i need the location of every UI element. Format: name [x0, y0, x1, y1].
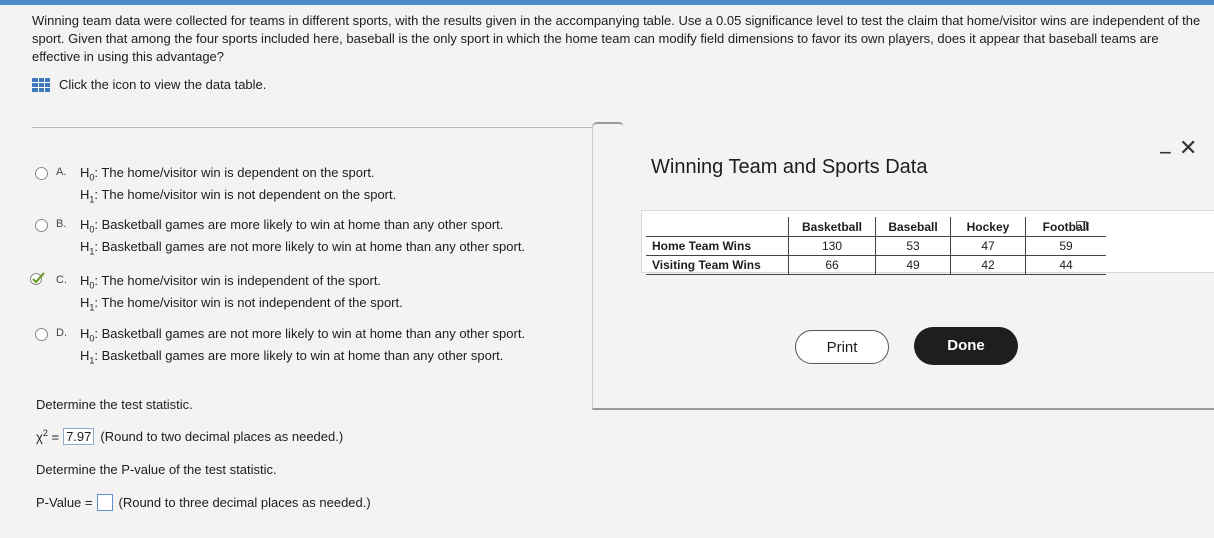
table-cell: 53	[875, 236, 951, 256]
divider	[32, 127, 592, 128]
test-statistic-label: Determine the test statistic.	[36, 397, 193, 412]
table-icon[interactable]	[32, 77, 50, 92]
table-cell: 66	[788, 255, 876, 275]
column-header: Basketball	[788, 217, 876, 237]
null-hypothesis: H0: Basketball games are more likely to …	[80, 217, 504, 235]
chi-square-answer[interactable]: 7.97	[63, 428, 95, 445]
chi-note: (Round to two decimal places as needed.)	[100, 429, 344, 444]
radio-d[interactable]	[35, 328, 48, 341]
null-hypothesis: H0: Basketball games are not more likely…	[80, 326, 526, 344]
chi-symbol: χ2 =	[36, 428, 60, 445]
popup-title: Winning Team and Sports Data	[651, 156, 928, 178]
p-value-row: P-Value = (Round to three decimal places…	[36, 494, 371, 511]
radio-a[interactable]	[35, 167, 48, 180]
close-icon[interactable]: ✕	[1179, 135, 1197, 161]
p-value-prefix: P-Value =	[36, 495, 93, 510]
data-table: Basketball Baseball Hockey Football Home…	[646, 217, 1106, 275]
alt-hypothesis: H1: Basketball games are more likely to …	[80, 348, 504, 366]
radio-b[interactable]	[35, 219, 48, 232]
column-header: Baseball	[875, 217, 951, 237]
chi-square-row: χ2 = 7.97 (Round to two decimal places a…	[36, 428, 343, 445]
popup-drag-handle[interactable]	[593, 122, 623, 129]
hint-text: Click the icon to view the data table.	[59, 77, 267, 92]
option-letter: A.	[56, 166, 67, 178]
table-cell: 44	[1025, 255, 1106, 275]
data-table-popup: − ✕ Winning Team and Sports Data Basketb…	[592, 122, 1214, 410]
option-letter: D.	[56, 327, 67, 339]
question-text: Winning team data were collected for tea…	[32, 13, 1201, 64]
print-button[interactable]: Print	[795, 330, 889, 364]
row-header: Home Team Wins	[646, 236, 789, 256]
copy-icon[interactable]	[1076, 221, 1087, 230]
done-button[interactable]: Done	[914, 327, 1018, 365]
alt-hypothesis: H1: The home/visitor win is not independ…	[80, 295, 403, 313]
table-cell: 47	[950, 236, 1026, 256]
option-letter: B.	[56, 218, 67, 230]
alt-hypothesis: H1: Basketball games are not more likely…	[80, 239, 526, 257]
row-header: Visiting Team Wins	[646, 255, 789, 275]
alt-hypothesis: H1: The home/visitor win is not dependen…	[80, 187, 397, 205]
table-header-row: Basketball Baseball Hockey Football	[646, 217, 1106, 237]
p-value-input[interactable]	[96, 494, 113, 511]
option-letter: C.	[56, 274, 67, 286]
table-row: Visiting Team Wins 66 49 42 44	[646, 255, 1106, 275]
table-corner	[646, 217, 789, 237]
data-table-hint: Click the icon to view the data table.	[32, 77, 266, 92]
table-cell: 42	[950, 255, 1026, 275]
null-hypothesis: H0: The home/visitor win is dependent on…	[80, 165, 375, 183]
p-value-note: (Round to three decimal places as needed…	[118, 495, 371, 510]
selected-check-icon[interactable]	[30, 271, 46, 287]
null-hypothesis: H0: The home/visitor win is independent …	[80, 273, 382, 291]
table-cell: 49	[875, 255, 951, 275]
table-row: Home Team Wins 130 53 47 59	[646, 236, 1106, 256]
table-cell: 59	[1025, 236, 1106, 256]
p-value-label: Determine the P-value of the test statis…	[36, 462, 277, 477]
data-table-container: Basketball Baseball Hockey Football Home…	[641, 210, 1214, 275]
column-header: Hockey	[950, 217, 1026, 237]
column-header: Football	[1025, 217, 1106, 237]
minimize-icon[interactable]: −	[1159, 142, 1172, 164]
top-accent-bar	[0, 0, 1214, 5]
table-cell: 130	[788, 236, 876, 256]
